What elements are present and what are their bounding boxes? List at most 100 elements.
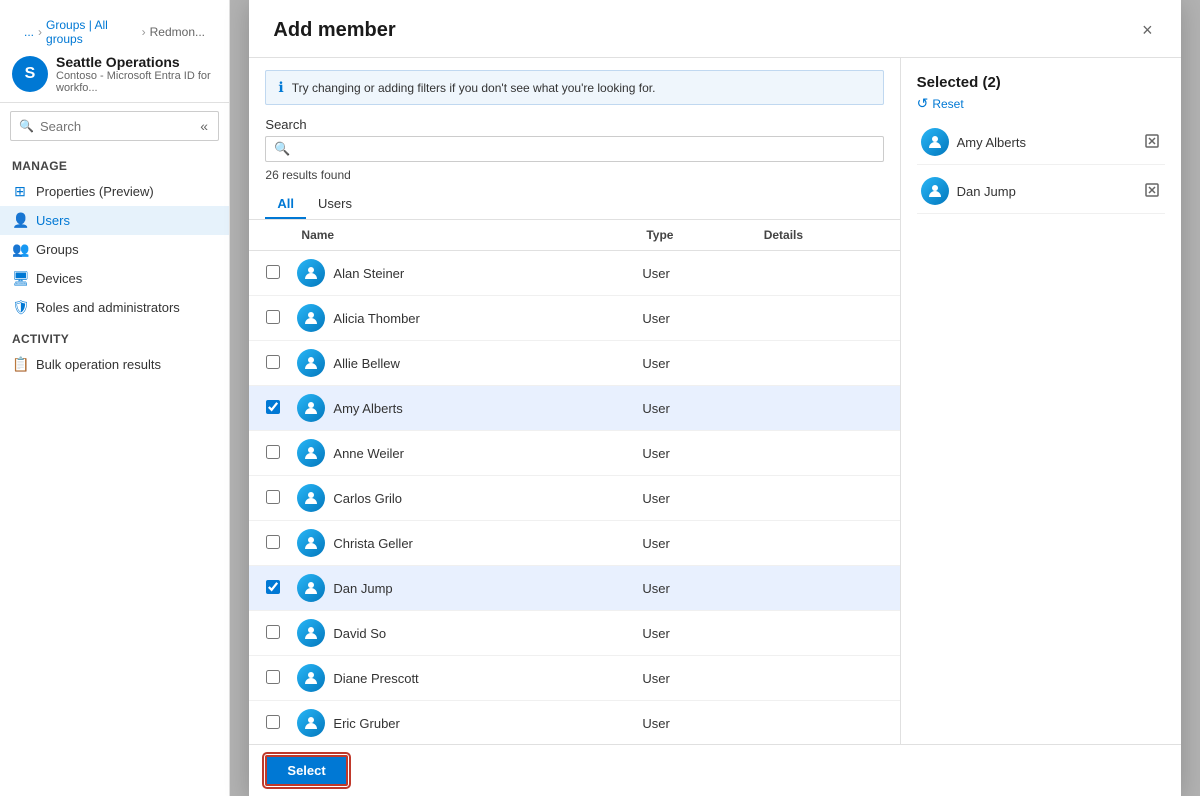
breadcrumb-all-groups[interactable]: Groups | All groups [46,18,138,46]
cell-name: David So [289,611,634,656]
cell-details [752,386,900,431]
table-row[interactable]: Amy AlbertsUser [249,386,899,431]
modal-body: ℹ Try changing or adding filters if you … [249,58,1180,744]
sidebar-item-users[interactable]: 👤 Users [0,206,229,235]
search-label: Search [265,117,883,132]
cell-name: Alan Steiner [289,251,634,296]
sidebar-search-box[interactable]: 🔍 « [10,111,219,141]
row-checkbox[interactable] [266,265,280,279]
member-search-input[interactable] [297,142,875,157]
table-row[interactable]: Diane PrescottUser [249,656,899,701]
row-checkbox[interactable] [266,715,280,729]
sidebar-collapse-button[interactable]: « [198,116,210,136]
selected-item: Dan Jump [917,169,1165,214]
row-checkbox[interactable] [266,445,280,459]
tab-all[interactable]: All [265,190,306,219]
cell-type: User [634,341,751,386]
modal-close-button[interactable]: × [1138,16,1157,45]
remove-selected-button[interactable] [1143,132,1161,153]
cell-details [752,431,900,476]
user-avatar [297,394,325,422]
checkbox-cell[interactable] [249,386,289,431]
row-checkbox[interactable] [266,355,280,369]
cell-name: Christa Geller [289,521,634,566]
cell-name: Amy Alberts [289,386,634,431]
cell-name: Carlos Grilo [289,476,634,521]
row-checkbox[interactable] [266,400,280,414]
row-checkbox[interactable] [266,670,280,684]
row-checkbox[interactable] [266,490,280,504]
table-row[interactable]: Allie BellewUser [249,341,899,386]
user-avatar [297,664,325,692]
row-checkbox[interactable] [266,310,280,324]
col-details[interactable]: Details [752,220,900,251]
selected-user-avatar [921,128,949,156]
col-name[interactable]: Name [289,220,634,251]
search-input-icon: 🔍 [274,141,290,157]
checkbox-cell[interactable] [249,251,289,296]
cell-type: User [634,296,751,341]
cell-details [752,251,900,296]
checkbox-cell[interactable] [249,656,289,701]
cell-details [752,566,900,611]
member-table-wrapper[interactable]: Name Type Details Alan SteinerUserAlicia… [249,220,899,744]
section-manage-label: Manage [0,149,229,177]
sidebar-item-groups[interactable]: 👥 Groups [0,235,229,264]
modal-footer: Select [249,744,1180,796]
sidebar-item-properties[interactable]: ⊞ Properties (Preview) [0,177,229,206]
row-checkbox[interactable] [266,535,280,549]
org-sub: Contoso - Microsoft Entra ID for workfo.… [56,70,217,94]
table-row[interactable]: Anne WeilerUser [249,431,899,476]
checkbox-cell[interactable] [249,611,289,656]
checkbox-cell[interactable] [249,566,289,611]
groups-icon: 👥 [12,241,28,258]
checkbox-cell[interactable] [249,341,289,386]
table-row[interactable]: Eric GruberUser [249,701,899,745]
tab-users[interactable]: Users [306,190,364,219]
table-row[interactable]: Christa GellerUser [249,521,899,566]
sidebar-search-input[interactable] [40,119,192,134]
selected-item-name: Dan Jump [957,184,1135,199]
user-avatar [297,529,325,557]
table-row[interactable]: David SoUser [249,611,899,656]
modal-title: Add member [273,19,395,42]
reset-icon: ↺ [917,95,929,112]
col-checkbox [249,220,289,251]
sidebar-item-label-roles: Roles and administrators [36,300,180,315]
cell-type: User [634,476,751,521]
selected-item-name: Amy Alberts [957,135,1135,150]
cell-type: User [634,431,751,476]
sidebar-item-roles[interactable]: 🛡 Roles and administrators [0,293,229,322]
reset-button[interactable]: ↺ Reset [917,95,964,112]
row-checkbox[interactable] [266,580,280,594]
user-avatar [297,484,325,512]
checkbox-cell[interactable] [249,521,289,566]
results-count: 26 results found [265,168,883,182]
checkbox-cell[interactable] [249,476,289,521]
cell-type: User [634,611,751,656]
cell-details [752,296,900,341]
cell-name: Eric Gruber [289,701,634,745]
table-row[interactable]: Dan JumpUser [249,566,899,611]
checkbox-cell[interactable] [249,431,289,476]
row-checkbox[interactable] [266,625,280,639]
table-row[interactable]: Carlos GriloUser [249,476,899,521]
checkbox-cell[interactable] [249,296,289,341]
checkbox-cell[interactable] [249,701,289,745]
search-input-wrapper[interactable]: 🔍 [265,136,883,162]
select-button[interactable]: Select [265,755,347,786]
selected-header: Selected (2) [917,74,1165,91]
devices-icon: 🖥 [12,270,28,287]
col-type[interactable]: Type [634,220,751,251]
user-avatar [297,574,325,602]
breadcrumb-ellipsis[interactable]: ... [24,25,34,39]
sidebar-item-bulk[interactable]: 📋 Bulk operation results [0,350,229,379]
table-row[interactable]: Alicia ThomberUser [249,296,899,341]
sidebar-item-devices[interactable]: 🖥 Devices [0,264,229,293]
selected-title: Selected (2) [917,74,1001,91]
user-avatar [297,349,325,377]
search-icon: 🔍 [19,119,34,133]
table-row[interactable]: Alan SteinerUser [249,251,899,296]
cell-type: User [634,386,751,431]
remove-selected-button[interactable] [1143,181,1161,202]
